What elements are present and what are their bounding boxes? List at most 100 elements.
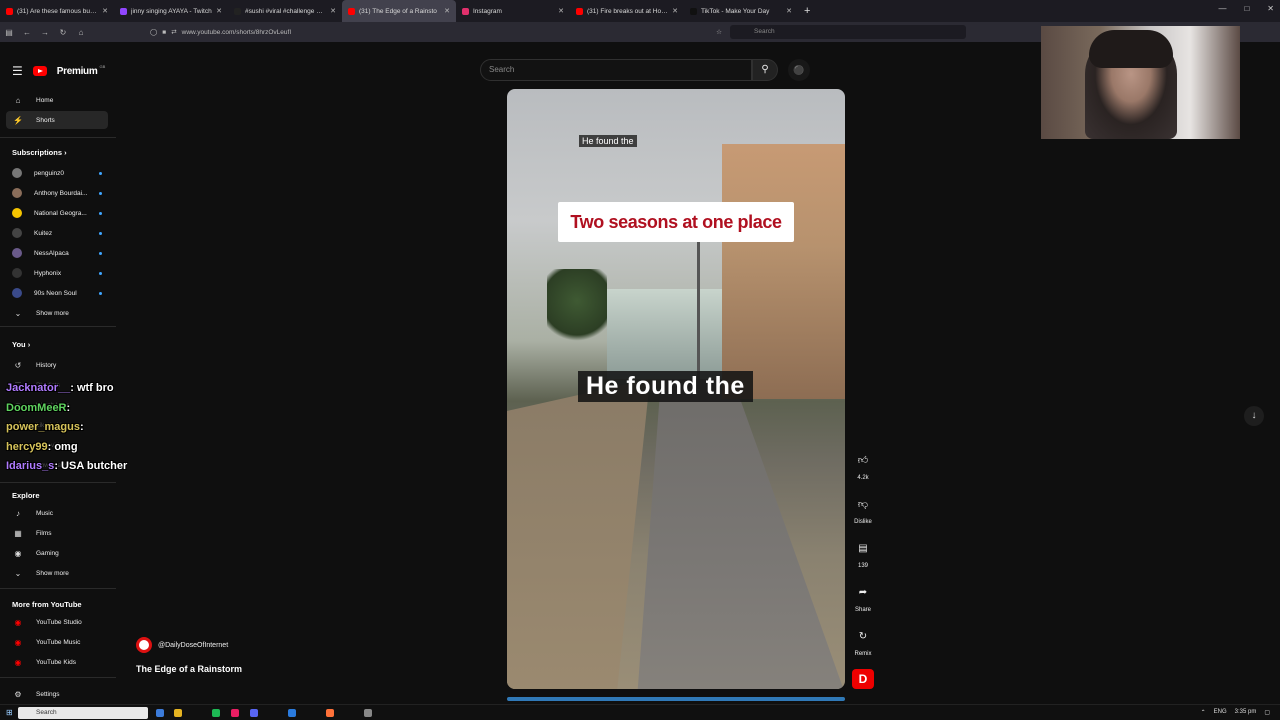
channel-info[interactable]: @DailyDoseOfInternet	[136, 637, 228, 653]
voice-search-button[interactable]: ⚫	[788, 59, 810, 81]
browser-search-field[interactable]: Search	[730, 25, 966, 39]
sidebar-item-history[interactable]: ↺ History	[6, 356, 108, 374]
brand-label[interactable]: Premium	[57, 66, 98, 77]
shorts-video-player[interactable]: He found the Two seasons at one place He…	[507, 89, 845, 689]
sidebar-item-youtube-music[interactable]: ◉ YouTube Music	[6, 633, 108, 651]
browser-tab[interactable]: (31) The Edge of a Rainsto ✕	[342, 0, 456, 22]
app-icon[interactable]	[231, 709, 239, 717]
spotify-icon[interactable]	[212, 709, 220, 717]
browser-tab[interactable]: TikTok - Make Your Day ✕	[684, 0, 798, 22]
browser-tab[interactable]: jinny singing AYAYA - Twitch ✕	[114, 0, 228, 22]
sidebar-item-subscription[interactable]: NessAlpaca	[6, 244, 108, 262]
new-tab-button[interactable]: +	[804, 5, 810, 17]
chat-username: DoomMeeR	[6, 401, 67, 414]
sidebar-item-home[interactable]: ⌂ Home	[6, 91, 108, 109]
bookmark-star-icon[interactable]: ☆	[716, 28, 722, 36]
close-tab-icon[interactable]: ✕	[786, 7, 792, 15]
sidebar-item-youtube-studio[interactable]: ◉ YouTube Studio	[6, 613, 108, 631]
taskbar-search[interactable]: Search	[18, 707, 148, 719]
subscriptions-show-more[interactable]: ⌄ Show more	[6, 304, 108, 322]
chat-message: DoomMeeR:	[6, 401, 71, 414]
tab-favicon-icon	[690, 7, 697, 15]
app-icon[interactable]	[288, 709, 296, 717]
close-tab-icon[interactable]: ✕	[330, 7, 336, 15]
sidebar-item-films[interactable]: ▦ Films	[6, 524, 108, 542]
browser-tab[interactable]: #sushi #viral #challenge #puzzl ✕	[228, 0, 342, 22]
sidebar-item-label: penguinz0	[34, 169, 64, 177]
sidebar-item-subscription[interactable]: Anthony Bourdai...	[6, 184, 108, 202]
notification-icon[interactable]: ▢	[1264, 709, 1270, 716]
chat-text: wtf bro	[76, 382, 114, 394]
explore-heading: Explore	[12, 491, 40, 500]
discord-icon[interactable]	[250, 709, 258, 717]
close-tab-icon[interactable]: ✕	[216, 7, 222, 15]
browser-tab[interactable]: (31) Are these famous butter ch✕	[0, 0, 114, 22]
back-icon[interactable]: ←	[18, 28, 36, 37]
app-icon[interactable]	[156, 709, 164, 717]
film-icon: ▦	[14, 528, 22, 538]
folder-icon[interactable]	[174, 709, 182, 717]
like-button[interactable]: 👍︎ 4.2k	[848, 450, 878, 481]
sidebar-item-music[interactable]: ♪ Music	[6, 504, 108, 522]
sidebar-item-subscription[interactable]: 90s Neon Soul	[6, 284, 108, 302]
sidebar-item-label: Hyphonix	[34, 269, 62, 277]
sidebar-item-subscription[interactable]: National Geogra...	[6, 204, 108, 222]
thumbs-down-icon: 👎︎	[857, 499, 869, 510]
close-tab-icon[interactable]: ✕	[558, 7, 564, 15]
arrow-down-icon: ↓	[1251, 410, 1257, 421]
close-tab-icon[interactable]: ✕	[672, 7, 678, 15]
sidebar-item-subscription[interactable]: Hyphonix	[6, 264, 108, 282]
close-tab-icon[interactable]: ✕	[102, 7, 108, 15]
chat-username: hercy99	[6, 440, 48, 453]
remix-button[interactable]: ↻ Remix	[848, 626, 878, 657]
dislike-button[interactable]: 👎︎ Dislike	[848, 494, 878, 525]
address-bar[interactable]: ◯ ■ ⇄ www.youtube.com/shorts/8hrzOvLeufI…	[150, 25, 730, 39]
subscriptions-heading[interactable]: Subscriptions ›	[12, 148, 67, 157]
sidebar-item-label: Shorts	[36, 116, 55, 124]
language-indicator[interactable]: ENG	[1214, 709, 1227, 716]
close-tab-icon[interactable]: ✕	[444, 7, 450, 15]
sidebar-item-youtube-kids[interactable]: ◉ YouTube Kids	[6, 653, 108, 671]
sidebar-item-shorts[interactable]: ⚡ Shorts	[6, 111, 108, 129]
chat-username: Jacknator__	[6, 382, 71, 394]
browser-tab[interactable]: (31) Fire breaks out at Hong Lo✕	[570, 0, 684, 22]
comments-button[interactable]: ▤ 139	[848, 538, 878, 569]
browser-tab[interactable]: Instagram ✕	[456, 0, 570, 22]
share-button[interactable]: ➦ Share	[848, 582, 878, 613]
sidebar-item-label: Kuitez	[34, 229, 53, 237]
share-label: Share	[854, 607, 871, 613]
maximize-icon[interactable]: □	[1244, 4, 1249, 13]
channel-handle[interactable]: @DailyDoseOfInternet	[158, 642, 228, 649]
video-progress-bar[interactable]	[507, 697, 845, 701]
channel-avatar[interactable]	[136, 637, 152, 653]
sidebar-item-gaming[interactable]: ◉ Gaming	[6, 544, 108, 562]
menu-icon[interactable]: ☰	[12, 64, 23, 78]
sidebar-item-subscription[interactable]: penguinz0	[6, 164, 108, 182]
clock[interactable]: 3:35 pm	[1235, 709, 1257, 716]
minimize-icon[interactable]: —	[1218, 4, 1226, 13]
explore-show-more[interactable]: ⌄ Show more	[6, 564, 108, 582]
forward-icon[interactable]: →	[36, 28, 54, 37]
url-text[interactable]: www.youtube.com/shorts/8hrzOvLeufI	[182, 29, 291, 36]
tab-title: (31) Are these famous butter ch	[17, 7, 99, 15]
chevron-up-icon[interactable]: ⌃	[1201, 709, 1206, 716]
channel-logo-icon[interactable]: D	[852, 669, 874, 689]
video-scene-building	[722, 144, 845, 399]
sidebar-toggle-icon[interactable]: ▤	[0, 28, 18, 37]
video-title[interactable]: The Edge of a Rainstorm	[136, 664, 242, 674]
next-video-button[interactable]: ↓	[1244, 406, 1264, 426]
sidebar-item-settings[interactable]: ⚙ Settings	[6, 685, 108, 703]
tab-favicon-icon	[576, 7, 583, 15]
app-icon[interactable]	[364, 709, 372, 717]
home-icon[interactable]: ⌂	[72, 28, 90, 37]
firefox-icon[interactable]	[326, 709, 334, 717]
youtube-logo-icon[interactable]	[32, 66, 47, 76]
windows-start-icon[interactable]: ⊞	[6, 708, 13, 717]
close-icon[interactable]: ✕	[1267, 4, 1274, 13]
search-input[interactable]: Search	[480, 59, 752, 81]
reload-icon[interactable]: ↻	[54, 28, 72, 37]
you-heading[interactable]: You ›	[12, 340, 30, 349]
tab-title: TikTok - Make Your Day	[701, 7, 770, 15]
sidebar-item-subscription[interactable]: Kuitez	[6, 224, 108, 242]
search-button[interactable]: ⚲	[752, 59, 778, 81]
